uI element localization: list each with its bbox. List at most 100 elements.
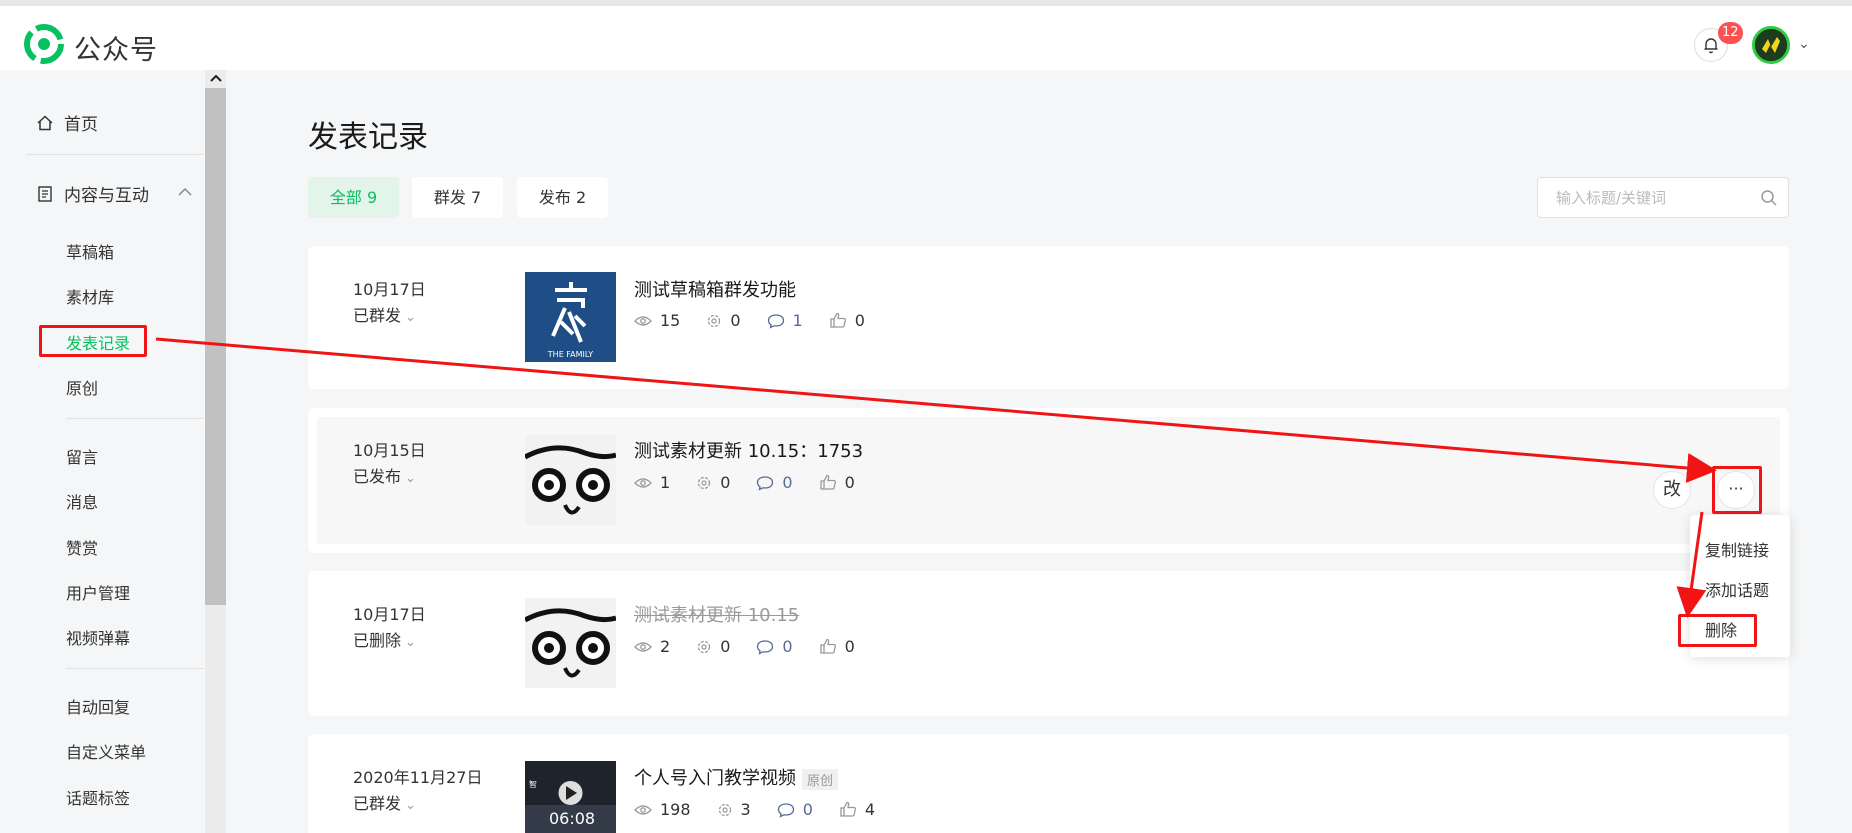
record-date: 10月15日	[353, 441, 426, 460]
record-thumbnail[interactable]: THE FAMILY	[525, 272, 616, 362]
comment-icon	[757, 639, 774, 655]
sidebar-item-materials[interactable]: 素材库	[66, 284, 114, 308]
record-card[interactable]: 10月17日 已群发 ⌄ THE FAMILY 测试草稿箱群发功能 15 0 1 …	[308, 246, 1789, 389]
record-status[interactable]: 已发布 ⌄	[353, 463, 416, 487]
stat-reads: 2	[634, 637, 670, 656]
share-gear-icon	[718, 803, 731, 816]
stat-comments[interactable]: 1	[767, 311, 803, 330]
sidebar: 首页 内容与互动 草稿箱 素材库 发表记录 原创 留言 消息 赞赏 用户管理 视…	[0, 70, 226, 833]
stat-comments-value: 0	[802, 800, 813, 819]
cartoon-face-image-icon	[525, 598, 616, 688]
record-title[interactable]: 测试素材更新 10.15：1753	[634, 437, 863, 463]
family-logo-image-icon: THE FAMILY	[525, 272, 616, 362]
thumbs-up-icon	[819, 638, 836, 654]
stat-reads: 15	[634, 311, 680, 330]
scroll-up-arrow-icon[interactable]	[209, 73, 223, 83]
stat-comments-value: 1	[792, 311, 803, 330]
stat-shares: 0	[696, 637, 730, 656]
edit-button[interactable]: 改	[1653, 471, 1691, 509]
stat-shares: 0	[706, 311, 741, 330]
chevron-down-icon: ⌄	[405, 798, 416, 813]
sidebar-item-messages[interactable]: 消息	[66, 489, 98, 513]
stat-comments[interactable]: 0	[777, 800, 813, 819]
record-thumbnail[interactable]	[525, 598, 616, 688]
search-box[interactable]	[1537, 177, 1789, 218]
stat-shares-value: 3	[740, 800, 751, 819]
stat-shares-value: 0	[730, 311, 741, 330]
chevron-down-icon[interactable]: ⌄	[1798, 36, 1810, 52]
divider	[26, 154, 204, 155]
record-thumbnail[interactable]	[525, 435, 616, 525]
eye-icon	[634, 804, 652, 815]
stat-likes-value: 0	[844, 637, 855, 656]
home-icon	[37, 115, 53, 131]
avatar[interactable]	[1752, 26, 1790, 64]
sidebar-group-content[interactable]: 内容与互动	[36, 181, 149, 206]
sidebar-item-label: 内容与互动	[64, 186, 149, 206]
sidebar-scrollbar-thumb[interactable]	[205, 88, 226, 605]
record-stats: 15 0 1 0	[634, 311, 891, 330]
record-title[interactable]: 个人号入门教学视频 原创	[634, 764, 839, 790]
comment-icon	[767, 313, 784, 329]
divider	[66, 418, 204, 419]
annotation-highlight-publish-records	[39, 325, 147, 357]
bell-icon	[1704, 38, 1718, 54]
sidebar-item-video-danmaku[interactable]: 视频弹幕	[66, 625, 130, 649]
search-input[interactable]	[1556, 188, 1756, 208]
record-status[interactable]: 已群发 ⌄	[353, 302, 416, 326]
stat-likes: 4	[839, 800, 875, 819]
stat-reads-value: 198	[660, 800, 691, 819]
stat-likes-value: 0	[854, 311, 865, 330]
record-title[interactable]: 测试草稿箱群发功能	[634, 276, 796, 302]
comment-icon	[777, 802, 794, 818]
record-title-text: 个人号入门教学视频	[634, 768, 796, 789]
stat-shares: 3	[717, 800, 751, 819]
sidebar-item-custom-menu[interactable]: 自定义菜单	[66, 739, 146, 763]
record-date: 2020年11月27日	[353, 768, 483, 787]
record-video-thumbnail[interactable]: 智 06:08	[525, 761, 616, 833]
eye-icon	[634, 477, 652, 488]
stat-reads-value: 15	[660, 311, 681, 330]
record-status-label: 已群发	[353, 794, 402, 813]
stat-likes-value: 0	[844, 473, 855, 492]
stat-reads-value: 2	[660, 637, 671, 656]
share-gear-icon	[698, 640, 711, 653]
wechat-mp-logo-icon[interactable]	[24, 24, 64, 64]
sidebar-item-home[interactable]: 首页	[36, 110, 98, 135]
comment-icon	[757, 475, 774, 491]
stat-comments[interactable]: 0	[756, 473, 793, 492]
tab-publish[interactable]: 发布 2	[517, 177, 608, 218]
share-gear-icon	[708, 314, 721, 327]
sidebar-item-auto-reply[interactable]: 自动回复	[66, 694, 130, 718]
tab-all[interactable]: 全部 9	[308, 177, 399, 218]
menu-item-copy-link[interactable]: 复制链接	[1705, 537, 1769, 561]
sidebar-item-user-management[interactable]: 用户管理	[66, 580, 130, 604]
stat-shares: 0	[696, 473, 730, 492]
record-status[interactable]: 已删除 ⌄	[353, 627, 416, 651]
stat-reads-value: 1	[660, 473, 671, 492]
brand-name[interactable]: 公众号	[74, 28, 158, 67]
chevron-up-icon[interactable]	[177, 186, 193, 198]
stat-likes: 0	[829, 311, 865, 330]
sidebar-item-comments[interactable]: 留言	[66, 444, 98, 468]
tab-mass-send[interactable]: 群发 7	[412, 177, 503, 218]
record-card[interactable]: 2020年11月27日 已群发 ⌄ 智 06:08 个人号入门教学视频 原创 198…	[308, 734, 1789, 833]
record-status[interactable]: 已群发 ⌄	[353, 790, 416, 814]
record-status-label: 已删除	[353, 631, 402, 650]
sidebar-item-topic-tags[interactable]: 话题标签	[66, 785, 130, 809]
share-gear-icon	[698, 476, 711, 489]
stat-comments[interactable]: 0	[756, 637, 793, 656]
menu-item-add-topic[interactable]: 添加话题	[1705, 577, 1769, 601]
record-card[interactable]: 10月15日 已发布 ⌄ 测试素材更新 10.15：1753 1 0 0 0	[308, 408, 1789, 553]
sidebar-item-original[interactable]: 原创	[66, 375, 98, 399]
sidebar-item-drafts[interactable]: 草稿箱	[66, 239, 114, 263]
document-icon	[38, 186, 52, 202]
record-card[interactable]: 10月17日 已删除 ⌄ 测试素材更新 10.15 2 0 0 0	[308, 571, 1789, 716]
notification-count-badge: 12	[1718, 22, 1743, 44]
thumbs-up-icon	[830, 312, 846, 328]
thumbs-up-icon	[840, 801, 856, 817]
stat-likes-value: 4	[864, 800, 876, 819]
search-icon[interactable]	[1760, 189, 1778, 207]
sidebar-item-appreciation[interactable]: 赞赏	[66, 535, 98, 559]
record-title[interactable]: 测试素材更新 10.15	[634, 601, 799, 627]
